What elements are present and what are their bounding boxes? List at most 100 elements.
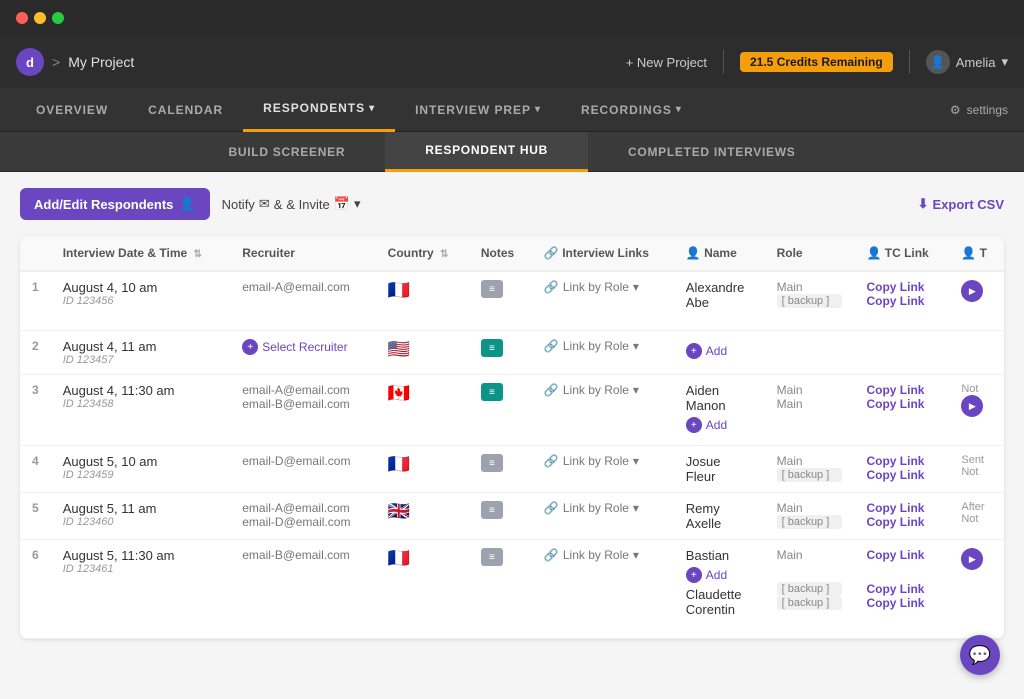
- link-by-role-label: Link by Role: [563, 339, 629, 353]
- date-id: ID 123460: [63, 516, 219, 528]
- top-nav-left: d > My Project: [16, 48, 134, 76]
- col-label-name: Name: [704, 246, 737, 260]
- play-button[interactable]: ▶: [961, 395, 983, 417]
- table-row: 6August 5, 11:30 amID 123461email-B@emai…: [20, 540, 1004, 639]
- country-flag: 🇫🇷: [388, 548, 410, 568]
- link-by-role-button[interactable]: 🔗Link by Role▾: [544, 548, 662, 562]
- add-person-button[interactable]: +Add: [686, 563, 753, 587]
- copy-link-button[interactable]: Copy Link: [866, 501, 937, 515]
- date-main: August 4, 11:30 am: [63, 383, 219, 398]
- play-button[interactable]: ▶: [961, 548, 983, 570]
- notes-cell[interactable]: ≡: [469, 375, 532, 446]
- copy-link-button[interactable]: Copy Link: [866, 397, 937, 411]
- user-dropdown-icon: ▾: [1001, 54, 1008, 70]
- notes-icon[interactable]: ≡: [481, 339, 503, 357]
- t-cell: ▶: [949, 271, 1004, 331]
- dropdown-arrow: ▾: [633, 454, 639, 468]
- link-by-role-button[interactable]: 🔗Link by Role▾: [544, 383, 662, 397]
- app-logo[interactable]: d: [16, 48, 44, 76]
- col-header-name: 👤 Name: [674, 236, 765, 271]
- respondents-table: Interview Date & Time ⇅ Recruiter Countr…: [20, 236, 1004, 639]
- user-area[interactable]: 👤 Amelia ▾: [926, 50, 1008, 74]
- link-by-role-button[interactable]: 🔗Link by Role▾: [544, 339, 662, 353]
- date-main: August 5, 10 am: [63, 454, 219, 469]
- person-name: Bastian: [686, 548, 753, 563]
- copy-link-button[interactable]: Copy Link: [866, 596, 937, 610]
- notes-cell[interactable]: ≡: [469, 540, 532, 639]
- col-header-interview-datetime[interactable]: Interview Date & Time ⇅: [51, 236, 231, 271]
- country-flag: 🇬🇧: [388, 501, 410, 521]
- copy-link-button[interactable]: Copy Link: [866, 468, 937, 482]
- status-text: Sent: [961, 454, 992, 466]
- tab-respondents[interactable]: RESPONDENTS ▾: [243, 88, 395, 132]
- link-by-role-button[interactable]: 🔗Link by Role▾: [544, 454, 662, 468]
- add-person-button[interactable]: +Add: [686, 339, 753, 363]
- tab-overview[interactable]: OVERVIEW: [16, 88, 128, 132]
- minimize-button[interactable]: [34, 12, 46, 24]
- interview-links-cell: 🔗Link by Role▾: [532, 271, 674, 331]
- copy-link-button[interactable]: Copy Link: [866, 383, 937, 397]
- dropdown-arrow: ▾: [633, 280, 639, 294]
- play-button[interactable]: ▶: [961, 280, 983, 302]
- add-edit-respondents-button[interactable]: Add/Edit Respondents 👤: [20, 188, 210, 220]
- tab-calendar[interactable]: CALENDAR: [128, 88, 243, 132]
- tab-interview-prep[interactable]: INTERVIEW PREP ▾: [395, 88, 561, 132]
- copy-link-button[interactable]: Copy Link: [866, 582, 937, 596]
- country-cell: 🇫🇷: [376, 446, 469, 493]
- close-button[interactable]: [16, 12, 28, 24]
- dropdown-arrow: ▾: [633, 383, 639, 397]
- copy-link-button[interactable]: Copy Link: [866, 454, 937, 468]
- link-by-role-button[interactable]: 🔗Link by Role▾: [544, 501, 662, 515]
- notes-icon[interactable]: ≡: [481, 548, 503, 566]
- role-main: Main: [777, 548, 843, 562]
- col-header-notes: Notes: [469, 236, 532, 271]
- notes-icon[interactable]: ≡: [481, 501, 503, 519]
- col-header-country[interactable]: Country ⇅: [376, 236, 469, 271]
- notes-icon[interactable]: ≡: [481, 383, 503, 401]
- dropdown-arrow-icon: ▾: [354, 196, 361, 212]
- person-icon: 👤: [686, 246, 704, 260]
- name-cell: JosueFleur: [674, 446, 765, 493]
- notify-invite-button[interactable]: Notify ✉ & & Invite 📅 ▾: [222, 196, 361, 212]
- table-row: 1August 4, 10 amID 123456email-A@email.c…: [20, 271, 1004, 331]
- dropdown-arrow: ▾: [535, 104, 541, 115]
- notes-icon[interactable]: ≡: [481, 454, 503, 472]
- notes-cell[interactable]: ≡: [469, 271, 532, 331]
- maximize-button[interactable]: [52, 12, 64, 24]
- sub-tab-completed-interviews[interactable]: COMPLETED INTERVIEWS: [588, 132, 836, 172]
- person-name: Aiden: [686, 383, 753, 398]
- copy-link-button[interactable]: Copy Link: [866, 515, 937, 529]
- recruiter-cell: email-D@email.com: [230, 446, 375, 493]
- dropdown-arrow: ▾: [676, 104, 682, 115]
- chat-bubble-button[interactable]: 💬: [960, 635, 1000, 675]
- notes-icon[interactable]: ≡: [481, 280, 503, 298]
- sub-tab-build-screener[interactable]: BUILD SCREENER: [188, 132, 385, 172]
- name-cell: +Add: [674, 331, 765, 375]
- person-name: Corentin: [686, 602, 753, 617]
- add-label: Add: [706, 568, 727, 582]
- export-csv-button[interactable]: ⬇ Export CSV: [918, 196, 1004, 212]
- notes-cell[interactable]: ≡: [469, 446, 532, 493]
- settings-tab[interactable]: ⚙ settings: [950, 103, 1008, 117]
- new-project-button[interactable]: + New Project: [626, 55, 707, 70]
- role-cell: MainMain: [765, 375, 855, 446]
- copy-link-button[interactable]: Copy Link: [866, 548, 937, 562]
- tab-recordings[interactable]: RECORDINGS ▾: [561, 88, 702, 132]
- interview-links-cell: 🔗Link by Role▾: [532, 446, 674, 493]
- top-nav-right: + New Project 21.5 Credits Remaining 👤 A…: [626, 50, 1008, 74]
- copy-link-button[interactable]: Copy Link: [866, 280, 937, 294]
- copy-link-button[interactable]: Copy Link: [866, 294, 937, 308]
- row-number: 1: [20, 271, 51, 331]
- select-recruiter-button[interactable]: +Select Recruiter: [242, 339, 363, 355]
- row-number: 4: [20, 446, 51, 493]
- project-name[interactable]: My Project: [68, 54, 134, 70]
- link-by-role-button[interactable]: 🔗Link by Role▾: [544, 280, 662, 294]
- sub-tab-respondent-hub[interactable]: RESPONDENT HUB: [385, 132, 588, 172]
- notes-cell[interactable]: ≡: [469, 493, 532, 540]
- dropdown-arrow: ▾: [633, 548, 639, 562]
- country-cell: 🇬🇧: [376, 493, 469, 540]
- col-label-country: Country: [388, 246, 434, 260]
- notes-cell[interactable]: ≡: [469, 331, 532, 375]
- link-by-role-label: Link by Role: [563, 454, 629, 468]
- add-person-button[interactable]: +Add: [686, 413, 753, 437]
